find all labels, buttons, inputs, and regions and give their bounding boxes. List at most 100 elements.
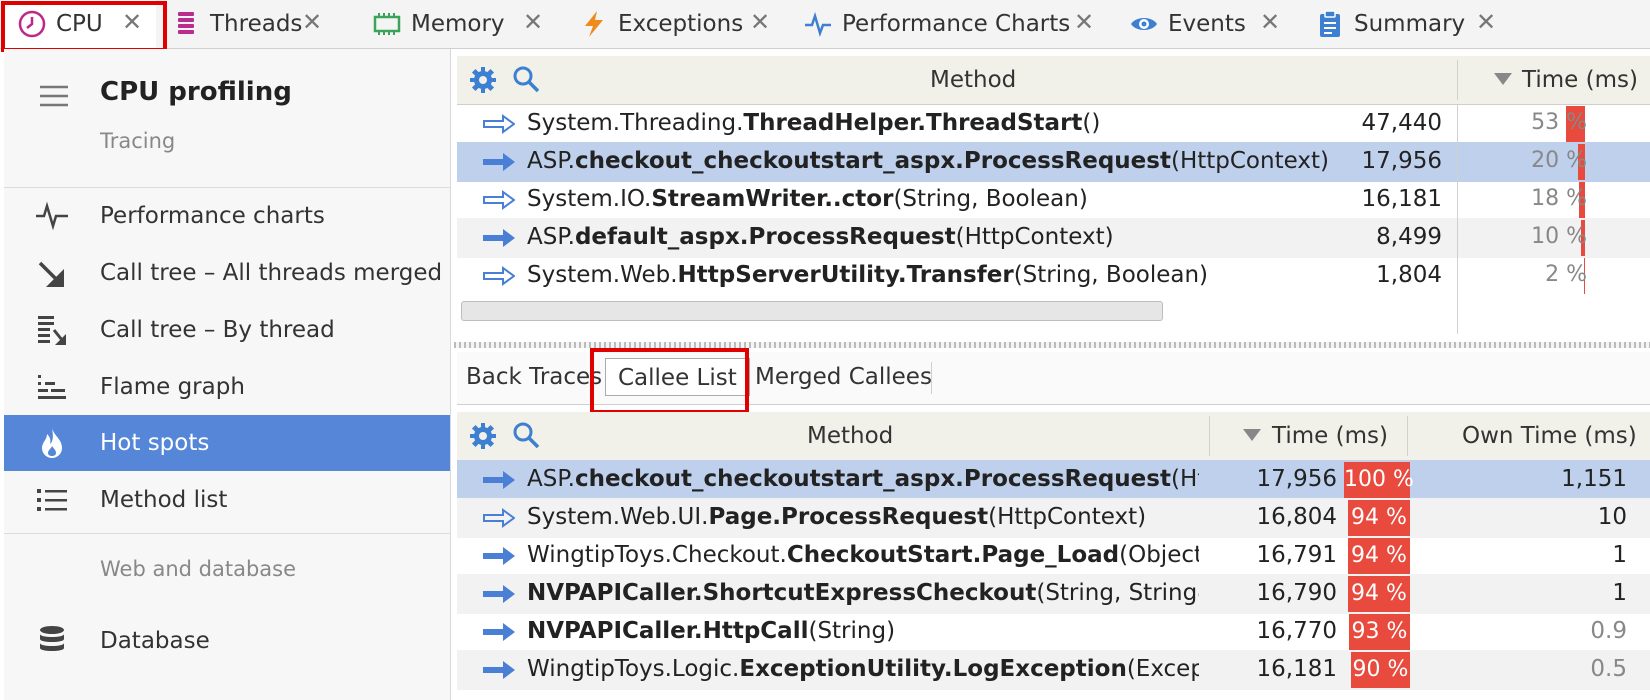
highlight-box-callee-list-tab	[590, 348, 749, 414]
method-namespace: ASP.	[527, 224, 575, 250]
sort-descending-icon[interactable]	[1494, 73, 1512, 85]
close-icon[interactable]: ✕	[523, 8, 543, 36]
close-icon[interactable]: ✕	[1074, 8, 1094, 36]
column-header-method[interactable]: Method	[807, 423, 893, 449]
method-namespace: ASP.	[527, 148, 575, 174]
tab-performance-charts[interactable]: Performance Charts ✕	[804, 0, 1104, 48]
own-time-value: 0.9	[1590, 618, 1627, 644]
tab-threads[interactable]: Threads ✕	[172, 0, 352, 48]
tab-events[interactable]: Events ✕	[1130, 0, 1294, 48]
tab-separator	[931, 362, 932, 394]
sidebar-item-call-tree-by-thread[interactable]: Call tree – By thread	[4, 302, 450, 358]
percent-label: 53 %	[1531, 110, 1587, 135]
own-time-value: 10	[1597, 504, 1627, 530]
method-params: (String)	[808, 618, 896, 644]
arrow-right-icon	[483, 623, 515, 641]
table-row[interactable]: System.Threading.ThreadHelper.ThreadStar…	[457, 104, 1650, 144]
method-separator: .	[772, 504, 782, 530]
method-class: checkout_checkoutstart_aspx	[574, 148, 956, 174]
arrow-right-icon	[483, 153, 515, 171]
sidebar-item-database[interactable]: Database	[4, 613, 450, 669]
hamburger-menu-icon[interactable]	[40, 85, 68, 107]
tab-exceptions[interactable]: Exceptions ✕	[580, 0, 780, 48]
table-header: Method Time (ms) Own Time (ms)	[457, 412, 1650, 461]
method-class: StreamWriter	[651, 186, 825, 212]
column-separator	[1209, 416, 1210, 456]
table-row[interactable]: ASP.checkout_checkoutstart_aspx.ProcessR…	[457, 460, 1650, 500]
method-separator: .	[955, 466, 964, 492]
sidebar-item-flame-graph[interactable]: Flame graph	[4, 359, 450, 415]
sidebar-item-call-tree-merged[interactable]: Call tree – All threads merged	[4, 245, 450, 301]
close-icon[interactable]: ✕	[302, 8, 322, 36]
tab-label: Threads	[210, 11, 303, 37]
method-name: NVPAPICaller.ShortcutExpressCheckout(Str…	[527, 580, 1199, 606]
sidebar-item-hot-spots[interactable]: Hot spots	[4, 415, 450, 471]
eye-icon	[1131, 18, 1157, 30]
horizontal-scrollbar[interactable]	[461, 301, 1163, 321]
table-header: Method Time (ms)	[457, 56, 1650, 105]
method-params: ()	[1082, 110, 1101, 136]
percent-label: 94 %	[1351, 581, 1407, 606]
tab-memory[interactable]: Memory ✕	[373, 0, 553, 48]
column-header-time[interactable]: Time (ms)	[1272, 423, 1388, 449]
column-header-own-time[interactable]: Own Time (ms)	[1462, 423, 1637, 449]
table-row[interactable]: ASP.checkout_checkoutstart_aspx.ProcessR…	[457, 142, 1650, 182]
method-separator: .	[917, 110, 926, 136]
gear-icon[interactable]	[469, 66, 497, 94]
method-separator: .	[739, 224, 749, 250]
arrow-right-icon	[483, 229, 515, 247]
tab-merged-callees[interactable]: Merged Callees	[755, 364, 932, 390]
method-params: (HttpContext)	[1170, 148, 1329, 174]
method-function: ThreadStart	[926, 110, 1083, 136]
column-header-method[interactable]: Method	[930, 67, 1016, 93]
close-icon[interactable]: ✕	[1260, 8, 1280, 36]
own-time-value: 1,151	[1561, 466, 1627, 492]
close-icon[interactable]: ✕	[1476, 8, 1496, 36]
table-row[interactable]: WingtipToys.Logic.ExceptionUtility.LogEx…	[457, 650, 1650, 690]
method-params: (String, Boolean)	[893, 186, 1088, 212]
method-namespace: System.Web.UI.	[527, 504, 709, 530]
sidebar: CPU profiling Tracing Performance charts…	[4, 49, 451, 700]
method-namespace: System.Web.	[527, 262, 678, 288]
method-name: System.Web.HttpServerUtility.Transfer(St…	[527, 262, 1447, 288]
sidebar-item-label: Call tree – All threads merged	[100, 260, 443, 286]
column-separator	[1407, 416, 1408, 456]
method-separator: .	[897, 262, 907, 288]
percent-label: 20 %	[1531, 148, 1587, 173]
method-name: System.Threading.ThreadHelper.ThreadStar…	[527, 110, 1447, 136]
method-function: ProcessRequest	[963, 466, 1171, 492]
sort-descending-icon[interactable]	[1243, 429, 1261, 441]
profiler-tab-bar: CPU ✕ Threads ✕ Memory ✕ Exceptions ✕ Pe…	[0, 0, 1650, 49]
method-separator: .	[943, 656, 953, 682]
method-name: ASP.default_aspx.ProcessRequest(HttpCont…	[527, 224, 1447, 250]
search-icon[interactable]	[512, 65, 540, 93]
method-namespace: WingtipToys.Logic.	[527, 656, 740, 682]
sidebar-item-method-list[interactable]: Method list	[4, 472, 450, 528]
percent-label: 10 %	[1531, 224, 1587, 249]
close-icon[interactable]: ✕	[750, 8, 770, 36]
time-value: 17,956	[1256, 466, 1337, 492]
table-row[interactable]: System.Web.HttpServerUtility.Transfer(St…	[457, 256, 1650, 296]
tab-summary[interactable]: Summary ✕	[1316, 0, 1510, 48]
highlight-box-cpu-tab	[1, 1, 167, 52]
table-row[interactable]: NVPAPICaller.ShortcutExpressCheckout(Str…	[457, 574, 1650, 614]
table-row[interactable]: System.IO.StreamWriter..ctor(String, Boo…	[457, 180, 1650, 220]
tab-label: Memory	[411, 11, 505, 37]
table-row[interactable]: ASP.default_aspx.ProcessRequest(HttpCont…	[457, 218, 1650, 258]
tab-label: Exceptions	[618, 11, 744, 37]
method-class: checkout_checkoutstart_aspx	[574, 466, 956, 492]
search-icon[interactable]	[512, 421, 540, 449]
column-header-time[interactable]: Time (ms)	[1522, 67, 1638, 93]
table-row[interactable]: System.Web.UI.Page.ProcessRequest(HttpCo…	[457, 498, 1650, 538]
table-row[interactable]: WingtipToys.Checkout.CheckoutStart.Page_…	[457, 536, 1650, 576]
method-function: Transfer	[906, 262, 1014, 288]
gear-icon[interactable]	[469, 422, 497, 450]
tab-back-traces[interactable]: Back Traces	[466, 364, 602, 390]
percent-label: 100 %	[1344, 467, 1414, 492]
time-value: 16,790	[1256, 580, 1337, 606]
sidebar-item-performance-charts[interactable]: Performance charts	[4, 188, 450, 244]
percent-label: 93 %	[1351, 619, 1408, 644]
method-function: ShortcutExpressCheckout	[702, 580, 1037, 606]
table-row[interactable]: NVPAPICaller.HttpCall(String) 16,770 93 % 0…	[457, 612, 1650, 652]
sidebar-item-label: Call tree – By thread	[100, 317, 335, 343]
